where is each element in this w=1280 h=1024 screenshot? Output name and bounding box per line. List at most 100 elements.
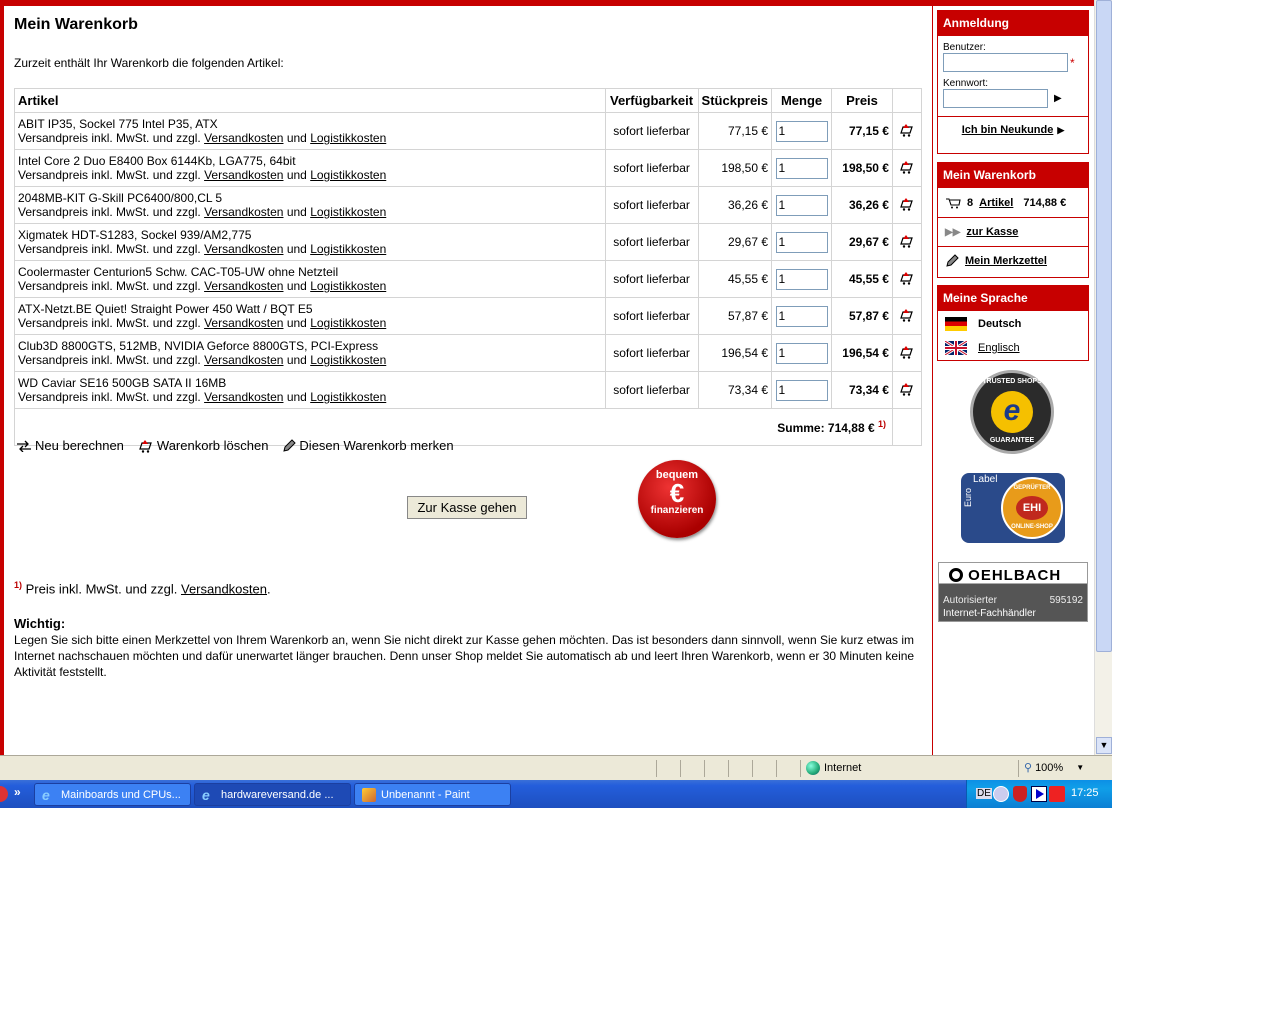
ehi-euro-label[interactable]: Euro Label GEPRÜFTER EHI ONLINE-SHOP [961,473,1065,543]
quantity-cell [771,186,833,224]
trusted-shops-seal[interactable]: TRUSTED SHOPS e GUARANTEE [970,370,1054,454]
cart-total: 714,88 € [1023,196,1067,209]
shipping-cost-link[interactable]: Versandkosten [204,390,283,404]
quantity-cell [771,371,833,409]
scroll-thumb[interactable] [1096,0,1112,652]
quantity-input[interactable] [775,305,828,327]
logistics-cost-link[interactable]: Logistikkosten [310,168,386,182]
recalc-button[interactable]: Neu berechnen [16,438,124,453]
delete-item-button[interactable] [891,371,923,409]
checkout-button[interactable]: Zur Kasse gehen [407,496,527,519]
wishlist-link[interactable]: Mein Merkzettel [938,246,1088,275]
zoom-icon: ⚲ [1024,762,1033,774]
shipping-cost-link[interactable]: Versandkosten [204,168,283,182]
shipping-prefix: Versandpreis inkl. MwSt. und zzgl. [18,316,201,330]
remember-cart-button[interactable]: Diesen Warenkorb merken [282,438,454,453]
task-hardwareversand[interactable]: e hardwareversand.de ... [194,783,351,806]
footnote-mark: 1) [14,580,23,590]
delete-item-button[interactable] [891,334,923,372]
media-player-icon[interactable] [1031,786,1047,802]
logistics-cost-link[interactable]: Logistikkosten [310,316,386,330]
delete-cart-icon [900,197,913,211]
quantity-input[interactable] [775,157,828,179]
article-name: Coolermaster Centurion5 Schw. CAC-T05-UW… [18,265,339,279]
shipping-prefix: Versandpreis inkl. MwSt. und zzgl. [18,242,201,256]
shipping-cost-link[interactable]: Versandkosten [204,316,283,330]
sum-empty-cell [891,408,923,446]
task-mainboards[interactable]: e Mainboards und CPUs... [34,783,191,806]
delete-item-button[interactable] [891,149,923,187]
login-arrow-icon[interactable]: ▶ [1054,93,1062,104]
col-artikel: Artikel [14,88,606,113]
availability: sofort lieferbar [604,149,699,187]
shipping-cost-link[interactable]: Versandkosten [204,242,283,256]
and-text: und [286,279,307,293]
quantity-input[interactable] [775,268,828,290]
logistics-cost-link[interactable]: Logistikkosten [310,131,386,145]
col-delete [891,88,923,113]
line-price: 198,50 € [831,149,893,187]
logistics-cost-link[interactable]: Logistikkosten [310,390,386,404]
delete-cart-icon [900,160,913,174]
table-row: ABIT IP35, Sockel 775 Intel P35, ATX Vers… [14,112,923,150]
login-box: Anmeldung Benutzer: * Kennwort: ▶ Ich bi… [937,10,1089,154]
quicklaunch-icon[interactable] [0,786,8,802]
globe-icon [806,761,820,775]
cart-summary-row[interactable]: 8 Artikel 714,88 € [938,188,1088,217]
delete-item-button[interactable] [891,260,923,298]
new-customer-link[interactable]: Ich bin Neukunde ▶ [938,116,1088,143]
shipping-cost-link[interactable]: Versandkosten [204,279,283,293]
zoom-control[interactable]: ⚲ 100% ▼ [1024,761,1084,775]
zone-label: Internet [824,762,862,774]
tray-expand-icon[interactable] [993,786,1009,802]
finance-badge[interactable]: bequem € finanzieren [638,460,716,538]
vertical-scrollbar[interactable]: ▼ [1094,0,1112,755]
logistics-cost-link[interactable]: Logistikkosten [310,279,386,293]
acrobat-icon[interactable] [1049,786,1065,802]
logistics-cost-link[interactable]: Logistikkosten [310,242,386,256]
delete-item-button[interactable] [891,297,923,335]
and-text: und [286,205,307,219]
ehi-bottom: ONLINE-SHOP [1011,524,1053,530]
cart-articles-link[interactable]: Artikel [979,197,1013,209]
clear-cart-button[interactable]: Warenkorb löschen [138,438,268,453]
quantity-input[interactable] [775,342,828,364]
task-paint[interactable]: Unbenannt - Paint [354,783,511,806]
quantity-input[interactable] [775,194,828,216]
lang-german[interactable]: Deutsch [938,311,1088,336]
availability: sofort lieferbar [604,186,699,224]
footnote-shipping-link[interactable]: Versandkosten [181,581,267,596]
quantity-input[interactable] [775,120,828,142]
security-shield-icon[interactable] [1013,786,1027,802]
zoom-dropdown-icon[interactable]: ▼ [1076,763,1084,772]
quantity-cell [771,149,833,187]
unit-price: 198,50 € [697,149,773,187]
system-tray: DE 17:25 [966,780,1112,808]
article-name: Club3D 8800GTS, 512MB, NVIDIA Geforce 88… [18,339,379,353]
quantity-cell [771,260,833,298]
shipping-cost-link[interactable]: Versandkosten [204,205,283,219]
status-sep [656,760,657,777]
logistics-cost-link[interactable]: Logistikkosten [310,205,386,219]
delete-item-button[interactable] [891,223,923,261]
language-box: Meine Sprache Deutsch Englisch [937,285,1089,361]
sidebar-checkout-link[interactable]: ▶▶ zur Kasse [938,217,1088,246]
quantity-input[interactable] [775,231,828,253]
cart-icon [946,197,961,208]
password-input[interactable] [943,89,1048,108]
shipping-cost-link[interactable]: Versandkosten [204,353,283,367]
shipping-cost-link[interactable]: Versandkosten [204,131,283,145]
oehlbach-badge[interactable]: OEHLBACH Autorisierter 595192 Internet-F… [938,562,1088,622]
shipping-prefix: Versandpreis inkl. MwSt. und zzgl. [18,390,201,404]
availability: sofort lieferbar [604,371,699,409]
delete-item-button[interactable] [891,186,923,224]
quantity-input[interactable] [775,379,828,401]
username-input[interactable] [943,53,1068,72]
scroll-down-icon[interactable]: ▼ [1096,737,1112,754]
delete-item-button[interactable] [891,112,923,150]
article-name: Intel Core 2 Duo E8400 Box 6144Kb, LGA77… [18,154,296,168]
input-language[interactable]: DE [976,788,992,799]
logistics-cost-link[interactable]: Logistikkosten [310,353,386,367]
quicklaunch-more-icon[interactable]: » [14,785,21,799]
lang-english[interactable]: Englisch [938,336,1088,360]
